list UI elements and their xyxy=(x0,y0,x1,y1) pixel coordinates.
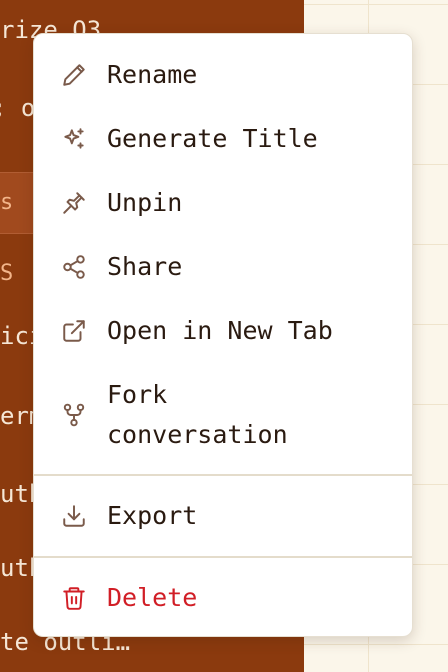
menu-item-label: Rename xyxy=(107,60,198,89)
trash-icon xyxy=(60,584,88,612)
download-icon xyxy=(60,502,88,530)
menu-item-label: Unpin xyxy=(107,188,183,217)
menu-item-label: Fork conversation xyxy=(107,380,288,449)
menu-divider xyxy=(34,474,412,476)
menu-item-label: Generate Title xyxy=(107,124,318,153)
git-fork-icon xyxy=(60,401,88,429)
menu-item-delete[interactable]: Delete xyxy=(34,578,412,618)
context-menu: Rename Generate Title Unpin Share Open i… xyxy=(33,33,413,637)
menu-item-label: Share xyxy=(107,252,183,281)
external-link-icon xyxy=(60,317,88,345)
sidebar-section-label: s xyxy=(0,190,14,215)
menu-item-export[interactable]: Export xyxy=(34,496,412,536)
pin-icon xyxy=(60,189,88,217)
menu-item-generate-title[interactable]: Generate Title xyxy=(34,119,412,159)
menu-item-label: Export xyxy=(107,501,198,530)
menu-item-label: Delete xyxy=(107,583,198,612)
menu-item-unpin[interactable]: Unpin xyxy=(34,183,412,223)
menu-item-label: Open in New Tab xyxy=(107,316,333,345)
sidebar-section-label: S xyxy=(0,261,14,286)
pencil-icon xyxy=(60,61,88,89)
menu-item-open-new-tab[interactable]: Open in New Tab xyxy=(34,311,412,351)
share-icon xyxy=(60,253,88,281)
menu-item-share[interactable]: Share xyxy=(34,247,412,287)
menu-item-rename[interactable]: Rename xyxy=(34,55,412,95)
sparkles-icon xyxy=(60,125,88,153)
menu-item-fork-conversation[interactable]: Fork conversation xyxy=(34,375,412,455)
menu-divider xyxy=(34,556,412,558)
